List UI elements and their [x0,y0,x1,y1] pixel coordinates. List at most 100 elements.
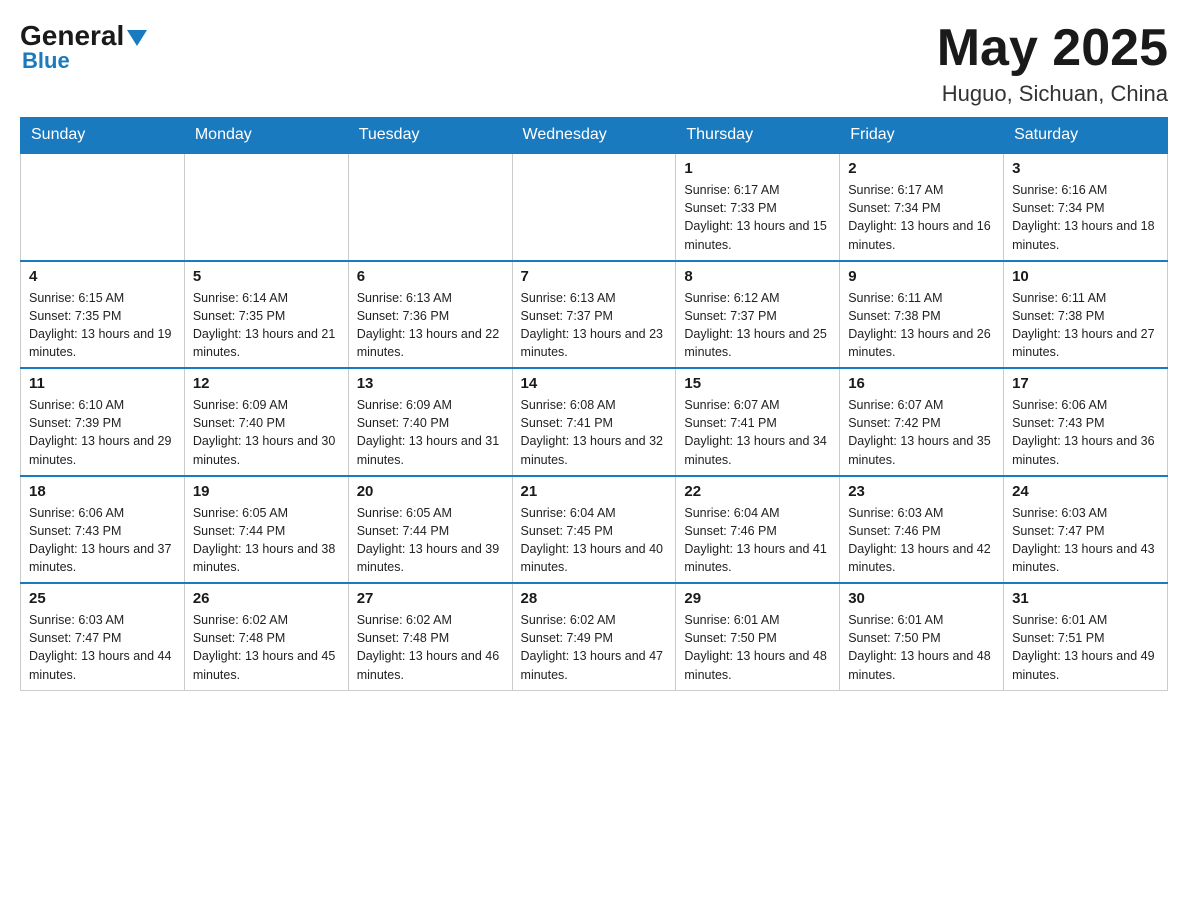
day-number: 25 [29,590,176,607]
calendar-week-row: 1 Sunrise: 6:17 AMSunset: 7:33 PMDaylight… [21,153,1168,261]
calendar-day-cell: 21 Sunrise: 6:04 AMSunset: 7:45 PMDayligh… [512,476,676,584]
day-of-week-header: Thursday [676,118,840,154]
calendar-day-cell: 12 Sunrise: 6:09 AMSunset: 7:40 PMDayligh… [184,368,348,476]
day-info: Sunrise: 6:04 AMSunset: 7:45 PMDaylight:… [521,504,668,577]
day-info: Sunrise: 6:09 AMSunset: 7:40 PMDaylight:… [357,396,504,469]
day-info: Sunrise: 6:03 AMSunset: 7:46 PMDaylight:… [848,504,995,577]
day-info: Sunrise: 6:09 AMSunset: 7:40 PMDaylight:… [193,396,340,469]
calendar-day-cell [21,153,185,261]
logo-blue: Blue [22,48,70,74]
calendar-day-cell: 7 Sunrise: 6:13 AMSunset: 7:37 PMDaylight… [512,261,676,369]
day-info: Sunrise: 6:05 AMSunset: 7:44 PMDaylight:… [193,504,340,577]
calendar-week-row: 18Sunrise: 6:06 AMSunset: 7:43 PMDayligh… [21,476,1168,584]
day-info: Sunrise: 6:11 AMSunset: 7:38 PMDaylight:… [848,289,995,362]
day-number: 28 [521,590,668,607]
day-info: Sunrise: 6:01 AMSunset: 7:50 PMDaylight:… [848,611,995,684]
calendar-day-cell: 25 Sunrise: 6:03 AMSunset: 7:47 PMDayligh… [21,583,185,690]
calendar-day-cell: 22Sunrise: 6:04 AMSunset: 7:46 PMDayligh… [676,476,840,584]
calendar-day-cell: 26Sunrise: 6:02 AMSunset: 7:48 PMDayligh… [184,583,348,690]
day-info: Sunrise: 6:07 AMSunset: 7:41 PMDaylight:… [684,396,831,469]
day-number: 11 [29,375,176,392]
month-year-title: May 2025 [937,20,1168,77]
day-of-week-header: Sunday [21,118,185,154]
calendar-day-cell: 19 Sunrise: 6:05 AMSunset: 7:44 PMDayligh… [184,476,348,584]
day-number: 3 [1012,160,1159,177]
day-info: Sunrise: 6:02 AMSunset: 7:48 PMDaylight:… [193,611,340,684]
day-number: 30 [848,590,995,607]
logo: General Blue [20,20,147,74]
calendar-day-cell: 30 Sunrise: 6:01 AMSunset: 7:50 PMDayligh… [840,583,1004,690]
day-number: 2 [848,160,995,177]
day-info: Sunrise: 6:10 AMSunset: 7:39 PMDaylight:… [29,396,176,469]
calendar-day-cell: 27 Sunrise: 6:02 AMSunset: 7:48 PMDayligh… [348,583,512,690]
calendar-day-cell: 15 Sunrise: 6:07 AMSunset: 7:41 PMDayligh… [676,368,840,476]
day-info: Sunrise: 6:17 AMSunset: 7:34 PMDaylight:… [848,181,995,254]
day-info: Sunrise: 6:01 AMSunset: 7:50 PMDaylight:… [684,611,831,684]
day-number: 24 [1012,483,1159,500]
day-number: 5 [193,268,340,285]
location-subtitle: Huguo, Sichuan, China [937,81,1168,107]
calendar-day-cell: 9 Sunrise: 6:11 AMSunset: 7:38 PMDaylight… [840,261,1004,369]
day-info: Sunrise: 6:01 AMSunset: 7:51 PMDaylight:… [1012,611,1159,684]
day-info: Sunrise: 6:08 AMSunset: 7:41 PMDaylight:… [521,396,668,469]
calendar-day-cell: 20 Sunrise: 6:05 AMSunset: 7:44 PMDayligh… [348,476,512,584]
day-info: Sunrise: 6:13 AMSunset: 7:36 PMDaylight:… [357,289,504,362]
calendar-day-cell: 4 Sunrise: 6:15 AMSunset: 7:35 PMDaylight… [21,261,185,369]
day-number: 10 [1012,268,1159,285]
day-number: 21 [521,483,668,500]
calendar-day-cell: 1 Sunrise: 6:17 AMSunset: 7:33 PMDaylight… [676,153,840,261]
calendar-day-cell: 28 Sunrise: 6:02 AMSunset: 7:49 PMDayligh… [512,583,676,690]
day-of-week-header: Tuesday [348,118,512,154]
calendar-week-row: 11 Sunrise: 6:10 AMSunset: 7:39 PMDayligh… [21,368,1168,476]
day-info: Sunrise: 6:13 AMSunset: 7:37 PMDaylight:… [521,289,668,362]
calendar-day-cell: 31 Sunrise: 6:01 AMSunset: 7:51 PMDayligh… [1004,583,1168,690]
day-number: 7 [521,268,668,285]
calendar-header-row: SundayMondayTuesdayWednesdayThursdayFrid… [21,118,1168,154]
day-number: 12 [193,375,340,392]
day-info: Sunrise: 6:02 AMSunset: 7:48 PMDaylight:… [357,611,504,684]
calendar-week-row: 4 Sunrise: 6:15 AMSunset: 7:35 PMDaylight… [21,261,1168,369]
calendar-day-cell: 5 Sunrise: 6:14 AMSunset: 7:35 PMDaylight… [184,261,348,369]
day-number: 31 [1012,590,1159,607]
day-number: 19 [193,483,340,500]
day-info: Sunrise: 6:14 AMSunset: 7:35 PMDaylight:… [193,289,340,362]
calendar-day-cell [184,153,348,261]
calendar-day-cell: 6 Sunrise: 6:13 AMSunset: 7:36 PMDaylight… [348,261,512,369]
calendar-day-cell: 8Sunrise: 6:12 AMSunset: 7:37 PMDaylight… [676,261,840,369]
calendar-week-row: 25 Sunrise: 6:03 AMSunset: 7:47 PMDayligh… [21,583,1168,690]
logo-arrow-icon [127,30,147,46]
day-number: 29 [684,590,831,607]
day-number: 9 [848,268,995,285]
day-number: 17 [1012,375,1159,392]
day-of-week-header: Monday [184,118,348,154]
day-info: Sunrise: 6:17 AMSunset: 7:33 PMDaylight:… [684,181,831,254]
day-info: Sunrise: 6:03 AMSunset: 7:47 PMDaylight:… [29,611,176,684]
day-number: 4 [29,268,176,285]
day-number: 23 [848,483,995,500]
day-info: Sunrise: 6:03 AMSunset: 7:47 PMDaylight:… [1012,504,1159,577]
calendar-day-cell: 29 Sunrise: 6:01 AMSunset: 7:50 PMDayligh… [676,583,840,690]
day-info: Sunrise: 6:11 AMSunset: 7:38 PMDaylight:… [1012,289,1159,362]
day-info: Sunrise: 6:02 AMSunset: 7:49 PMDaylight:… [521,611,668,684]
day-number: 15 [684,375,831,392]
day-number: 6 [357,268,504,285]
day-number: 27 [357,590,504,607]
day-info: Sunrise: 6:04 AMSunset: 7:46 PMDaylight:… [684,504,831,577]
day-info: Sunrise: 6:15 AMSunset: 7:35 PMDaylight:… [29,289,176,362]
calendar-day-cell: 11 Sunrise: 6:10 AMSunset: 7:39 PMDayligh… [21,368,185,476]
day-number: 1 [684,160,831,177]
day-number: 14 [521,375,668,392]
calendar-day-cell: 3Sunrise: 6:16 AMSunset: 7:34 PMDaylight… [1004,153,1168,261]
page-header: General Blue May 2025 Huguo, Sichuan, Ch… [20,20,1168,107]
calendar-day-cell [512,153,676,261]
day-info: Sunrise: 6:05 AMSunset: 7:44 PMDaylight:… [357,504,504,577]
day-of-week-header: Friday [840,118,1004,154]
day-of-week-header: Saturday [1004,118,1168,154]
day-number: 20 [357,483,504,500]
calendar-table: SundayMondayTuesdayWednesdayThursdayFrid… [20,117,1168,691]
calendar-day-cell: 18Sunrise: 6:06 AMSunset: 7:43 PMDayligh… [21,476,185,584]
day-info: Sunrise: 6:07 AMSunset: 7:42 PMDaylight:… [848,396,995,469]
calendar-day-cell: 10 Sunrise: 6:11 AMSunset: 7:38 PMDayligh… [1004,261,1168,369]
day-of-week-header: Wednesday [512,118,676,154]
calendar-day-cell: 24 Sunrise: 6:03 AMSunset: 7:47 PMDayligh… [1004,476,1168,584]
